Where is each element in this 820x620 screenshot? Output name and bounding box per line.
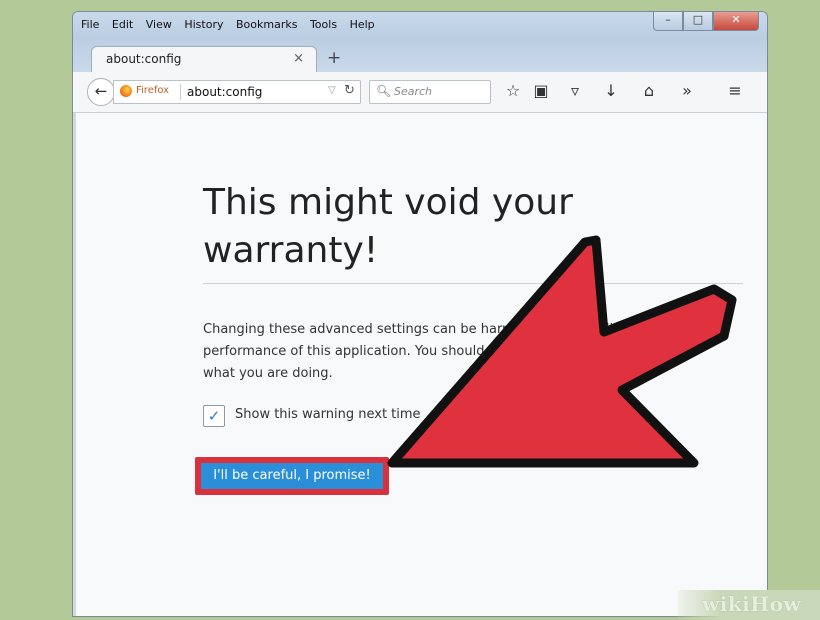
close-window-button[interactable]: ✕ bbox=[713, 12, 759, 31]
search-placeholder: Search bbox=[394, 85, 433, 98]
menu-bookmarks[interactable]: Bookmarks bbox=[236, 18, 297, 31]
maximize-button[interactable]: □ bbox=[683, 12, 713, 31]
menu-view[interactable]: View bbox=[146, 18, 172, 31]
url-bar[interactable]: Firefox about:config ▽ ↻ bbox=[113, 80, 361, 104]
warning-body: Changing these advanced settings can be … bbox=[203, 322, 723, 381]
menu-edit[interactable]: Edit bbox=[112, 18, 133, 31]
menu-history[interactable]: History bbox=[184, 18, 223, 31]
warning-headline: This might void your warranty! bbox=[203, 182, 573, 271]
hamburger-menu-icon[interactable]: ≡ bbox=[725, 81, 745, 100]
menu-tools[interactable]: Tools bbox=[310, 18, 337, 31]
menu-bar: File Edit View History Bookmarks Tools H… bbox=[81, 18, 384, 31]
title-bar: File Edit View History Bookmarks Tools H… bbox=[73, 12, 767, 40]
reload-icon[interactable]: ↻ bbox=[344, 83, 355, 98]
window-controls: – □ ✕ bbox=[653, 12, 759, 32]
home-icon[interactable]: ⌂ bbox=[639, 81, 659, 100]
search-icon: 🔍︎ bbox=[376, 84, 392, 98]
history-dropdown-icon[interactable]: ▽ bbox=[328, 85, 336, 96]
tab-label: about:config bbox=[106, 52, 182, 66]
minimize-button[interactable]: – bbox=[653, 12, 683, 31]
show-warning-checkbox[interactable]: ✓ bbox=[203, 405, 225, 427]
watermark-text: wikiHow bbox=[702, 592, 802, 616]
reading-list-icon[interactable]: ▣ bbox=[531, 81, 551, 100]
button-highlight: I'll be careful, I promise! bbox=[195, 457, 389, 495]
accept-risk-button[interactable]: I'll be careful, I promise! bbox=[201, 463, 383, 489]
page-content: This might void your warranty! Changing … bbox=[73, 113, 767, 616]
url-divider bbox=[180, 84, 181, 100]
url-text[interactable]: about:config bbox=[187, 85, 262, 99]
tab-about-config[interactable]: about:config × bbox=[91, 46, 317, 73]
firefox-logo-icon bbox=[120, 85, 132, 97]
new-tab-button[interactable]: + bbox=[327, 48, 341, 68]
tab-bar: about:config × + bbox=[73, 40, 767, 73]
pocket-icon[interactable]: ▿ bbox=[565, 81, 585, 100]
back-arrow-icon[interactable]: ← bbox=[87, 78, 115, 106]
overflow-chevron-icon[interactable]: » bbox=[677, 81, 697, 100]
bookmark-star-icon[interactable]: ☆ bbox=[503, 81, 523, 100]
menu-file[interactable]: File bbox=[81, 18, 99, 31]
menu-help[interactable]: Help bbox=[350, 18, 375, 31]
navigation-toolbar: ← Firefox about:config ▽ ↻ 🔍︎ Search ☆ ▣… bbox=[73, 72, 767, 113]
close-tab-icon[interactable]: × bbox=[293, 51, 304, 66]
show-warning-label[interactable]: Show this warning next time bbox=[235, 407, 421, 422]
downloads-icon[interactable]: ↓ bbox=[601, 81, 621, 100]
browser-window: File Edit View History Bookmarks Tools H… bbox=[72, 11, 768, 617]
search-input[interactable]: 🔍︎ Search bbox=[369, 80, 491, 104]
content-border bbox=[73, 113, 76, 616]
watermark: wikiHow bbox=[678, 590, 820, 620]
headline-divider bbox=[203, 283, 743, 284]
identity-label: Firefox bbox=[136, 85, 170, 96]
